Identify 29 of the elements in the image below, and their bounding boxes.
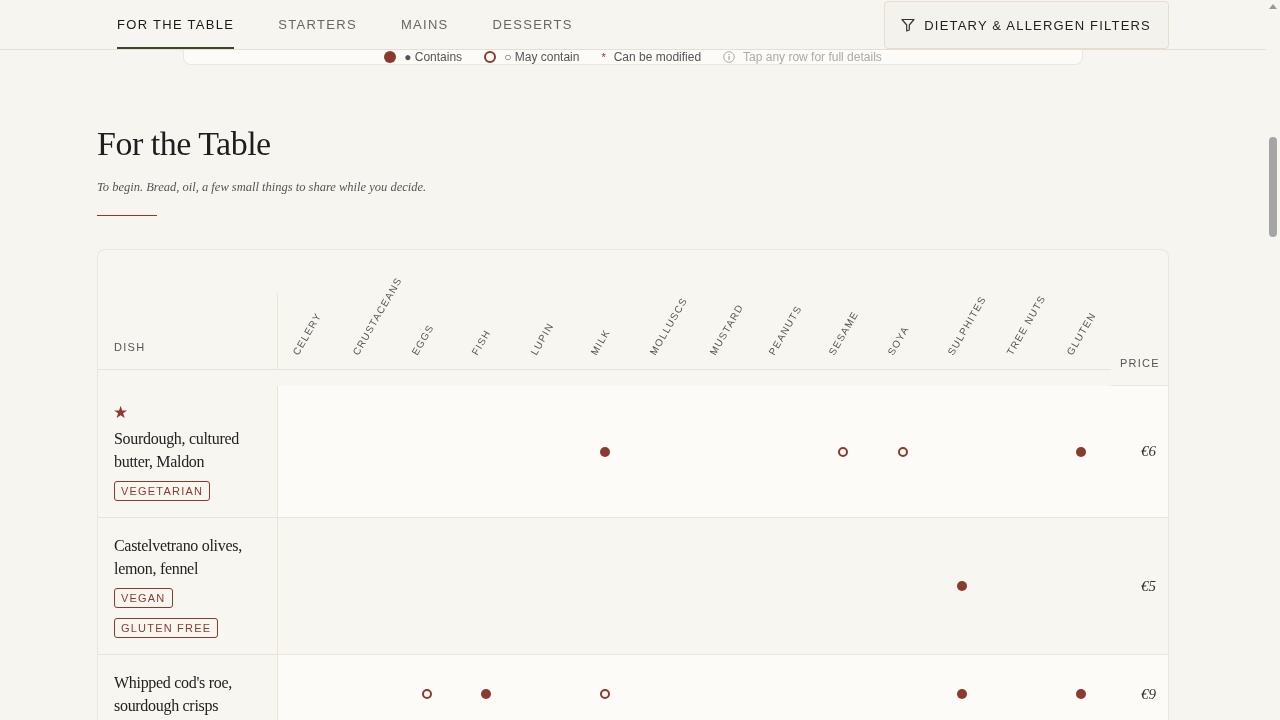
price-text: €9 bbox=[1141, 685, 1156, 703]
section-subtitle: To begin. Bread, oil, a few small things to share while you decide. bbox=[97, 180, 428, 195]
column-header: DISH bbox=[114, 341, 146, 353]
info-icon bbox=[723, 51, 736, 63]
asterisk-symbol: * bbox=[601, 51, 606, 63]
category-tab[interactable]: STARTERS bbox=[278, 0, 357, 49]
legend-label: Tap any row for full details bbox=[743, 50, 882, 64]
dish-name: Whipped cod's roe, sourdough crisps bbox=[114, 673, 233, 717]
price-text: €5 bbox=[1141, 577, 1156, 595]
may-contain-ring-icon bbox=[484, 51, 497, 63]
filter-icon bbox=[901, 18, 916, 32]
legend-label: ○ May contain bbox=[504, 50, 580, 64]
star-icon: ★ bbox=[113, 403, 128, 423]
legend-label: Can be modified bbox=[613, 50, 702, 64]
category-tab[interactable]: MAINS bbox=[400, 0, 449, 49]
dish-cell[interactable]: Castelvetrano olives, lemon, fennel VEGAN GLUTEN FREE bbox=[98, 518, 278, 655]
filter-button[interactable]: DIETARY & ALLERGEN FILTERS bbox=[884, 1, 1169, 49]
section-title: For the Table bbox=[97, 125, 272, 163]
contains-dot-icon bbox=[384, 51, 397, 63]
dish-name: Sourdough, cultured butter, Maldon bbox=[114, 429, 240, 472]
legend-label: ● Contains bbox=[404, 50, 463, 64]
diet-tag: VEGETARIAN bbox=[114, 481, 211, 501]
price-text: €6 bbox=[1141, 443, 1156, 460]
diet-tag: VEGAN bbox=[114, 588, 173, 608]
dish-cell[interactable]: ★ Sourdough, cultured butter, Maldon VEGETARIAN bbox=[98, 386, 278, 518]
column-header: PRICE bbox=[1119, 357, 1160, 369]
diet-tag: GLUTEN FREE bbox=[114, 618, 219, 638]
category-tab[interactable]: DESSERTS bbox=[492, 0, 573, 49]
dish-name: Castelvetrano olives, lemon, fennel bbox=[114, 536, 243, 579]
